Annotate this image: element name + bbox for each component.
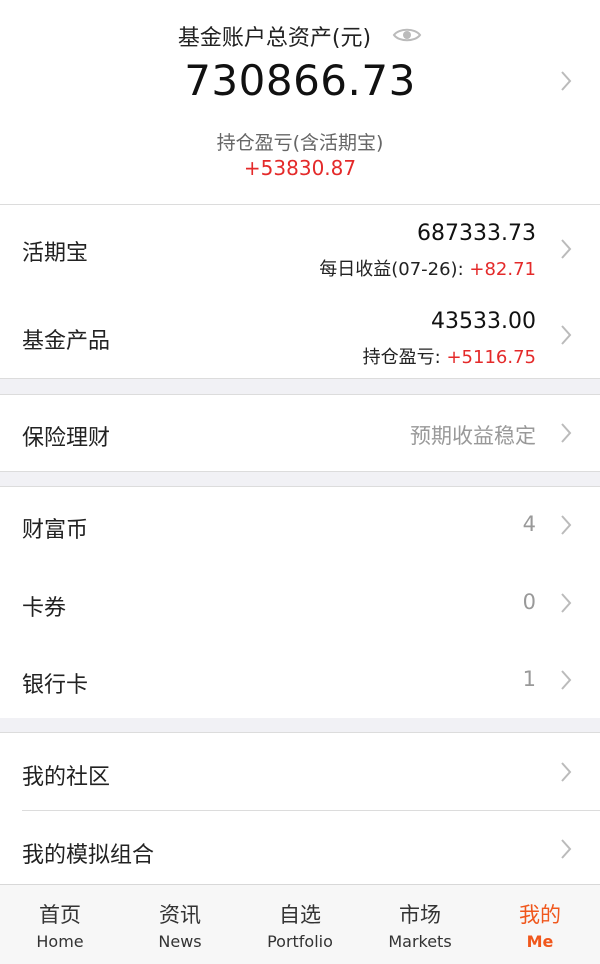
wealth-coin-label: 财富币 <box>22 518 89 543</box>
my-simulated-portfolio-row[interactable]: 我的模拟组合 <box>0 811 600 884</box>
bank-card-label: 银行卡 <box>22 673 89 698</box>
nav-portfolio-en: Portfolio <box>267 932 333 951</box>
total-assets-title: 基金账户总资产(元) <box>177 26 372 51</box>
nav-me-cn: 我的 <box>519 903 561 927</box>
coupon-row[interactable]: 卡券 0 <box>0 564 600 642</box>
insurance-row[interactable]: 保险理财 预期收益稳定 <box>0 395 600 471</box>
chevron-right-icon[interactable] <box>560 669 572 695</box>
nav-portfolio-cn: 自选 <box>279 903 321 927</box>
holding-pl-value: +53830.87 <box>243 156 357 180</box>
fund-pl-label: 持仓盈亏: <box>362 347 441 368</box>
bank-card-row[interactable]: 银行卡 1 <box>0 642 600 718</box>
nav-portfolio[interactable]: 自选 Portfolio <box>240 885 360 964</box>
holding-pl-label: 持仓盈亏(含活期宝) <box>216 132 384 154</box>
huoqibao-amount: 687333.73 <box>417 221 536 246</box>
chevron-right-icon[interactable] <box>560 514 572 540</box>
eye-icon[interactable] <box>392 25 422 50</box>
nav-news[interactable]: 资讯 News <box>120 885 240 964</box>
fund-products-amount: 43533.00 <box>431 309 536 334</box>
bank-card-count: 1 <box>522 667 536 691</box>
chevron-right-icon[interactable] <box>560 838 572 864</box>
insurance-hint: 预期收益稳定 <box>410 424 536 448</box>
chevron-right-icon[interactable] <box>560 422 572 448</box>
nav-news-cn: 资讯 <box>159 903 201 927</box>
fund-products-pl: 持仓盈亏: +5116.75 <box>363 343 536 369</box>
section-gap <box>0 472 600 486</box>
insurance-label: 保险理财 <box>22 426 111 451</box>
nav-me-en: Me <box>526 932 554 951</box>
section-gap <box>0 379 600 394</box>
nav-home-cn: 首页 <box>39 903 81 927</box>
my-community-label: 我的社区 <box>22 765 111 790</box>
nav-markets-cn: 市场 <box>399 903 441 927</box>
huoqibao-daily-income: 每日收益(07-26): +82.71 <box>319 255 536 281</box>
nav-news-en: News <box>158 932 202 951</box>
account-page: 基金账户总资产(元) 730866.73 持仓盈亏(含活期宝) +53830.8… <box>0 0 600 964</box>
wealth-coin-count: 4 <box>522 512 536 536</box>
nav-home[interactable]: 首页 Home <box>0 885 120 964</box>
coupon-label: 卡券 <box>22 596 67 621</box>
chevron-right-icon[interactable] <box>560 324 572 350</box>
nav-me[interactable]: 我的 Me <box>480 885 600 964</box>
wealth-coin-row[interactable]: 财富币 4 <box>0 487 600 564</box>
huoqibao-label: 活期宝 <box>22 241 89 266</box>
fund-products-row[interactable]: 基金产品 43533.00 持仓盈亏: +5116.75 <box>0 293 600 378</box>
coupon-count: 0 <box>522 590 536 614</box>
chevron-right-icon[interactable] <box>560 761 572 787</box>
nav-home-en: Home <box>36 932 84 951</box>
chevron-right-icon[interactable] <box>560 238 572 264</box>
chevron-right-icon[interactable] <box>560 70 572 96</box>
my-community-row[interactable]: 我的社区 <box>0 733 600 810</box>
summary-title-row: 基金账户总资产(元) <box>0 20 600 52</box>
bottom-nav: 首页 Home 资讯 News 自选 Portfolio 市场 Markets … <box>0 884 600 964</box>
my-simulated-portfolio-label: 我的模拟组合 <box>22 843 155 868</box>
nav-markets-en: Markets <box>388 932 452 951</box>
fund-products-label: 基金产品 <box>22 329 111 354</box>
chevron-right-icon[interactable] <box>560 592 572 618</box>
daily-income-label: 每日收益(07-26): <box>319 259 464 280</box>
section-gap <box>0 718 600 732</box>
asset-summary[interactable]: 基金账户总资产(元) 730866.73 持仓盈亏(含活期宝) +53830.8… <box>0 0 600 205</box>
total-assets-value: 730866.73 <box>184 56 416 105</box>
daily-income-value: +82.71 <box>469 259 536 280</box>
fund-pl-value: +5116.75 <box>446 347 536 368</box>
huoqibao-row[interactable]: 活期宝 687333.73 每日收益(07-26): +82.71 <box>0 205 600 293</box>
nav-markets[interactable]: 市场 Markets <box>360 885 480 964</box>
